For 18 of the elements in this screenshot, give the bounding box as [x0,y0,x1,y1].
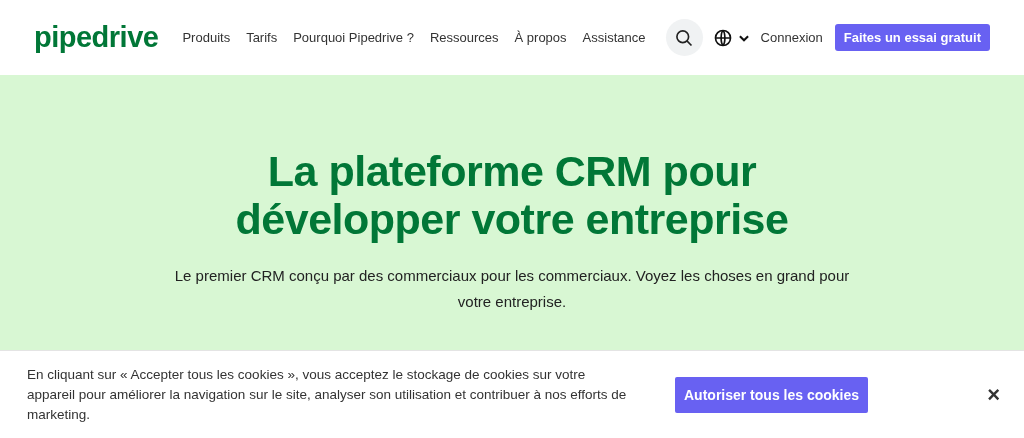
nav-link[interactable]: Ressources [429,30,499,45]
logo[interactable]: pipedrive [34,21,159,54]
accept-cookies-button[interactable]: Autoriser tous les cookies [675,376,869,413]
hero-subtitle: Le premier CRM conçu par des commerciaux pour les commerciaux. Voyez les choses en grand pour votre entreprise. [173,266,851,312]
cookie-text: En cliquant sur « Accepter tous les cookies », vous acceptez le stockage de cookies sur votre appareil pour améliorer la navigation sur le site, analyser son utilisation et contribuer à nos efforts de marketing. [27,365,627,424]
close-button[interactable]: × [983,381,1004,408]
nav-link[interactable]: À propos [514,30,567,45]
login-link[interactable]: Connexion [760,30,823,45]
language-button[interactable] [712,27,751,48]
nav-link[interactable]: Pourquoi Pipedrive ? [293,30,414,45]
nav-link[interactable]: Produits [182,30,231,45]
nav-link[interactable]: Tarifs [246,30,278,45]
trial-button[interactable]: Faites un essai gratuit [834,24,990,51]
search-button[interactable] [665,19,703,56]
search-icon [674,27,695,48]
nav-link[interactable]: Assistance [582,30,646,45]
hero-title: La plateforme CRM pour développer votre entreprise [234,147,790,243]
globe-icon [712,27,733,48]
